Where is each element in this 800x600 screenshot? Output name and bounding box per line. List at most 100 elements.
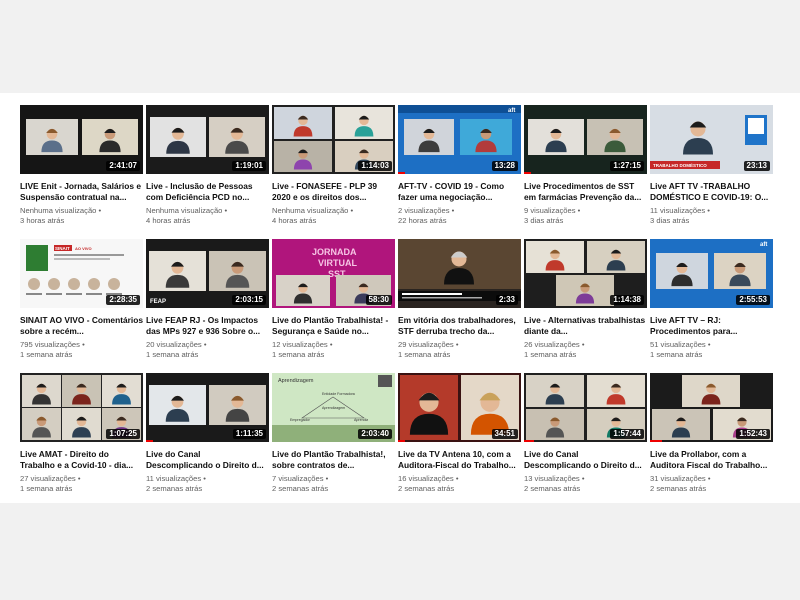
video-meta: 27 visualizações • 1 semana atrás	[20, 474, 143, 494]
video-thumbnail[interactable]: JORNADA VIRTUAL SST 58:30	[272, 239, 395, 308]
svg-text:SINAIT: SINAIT	[55, 246, 70, 251]
video-duration: 1:52:43	[736, 429, 770, 439]
meta-separator: •	[96, 206, 102, 215]
video-thumbnail[interactable]: 1:52:43	[650, 373, 773, 442]
video-card[interactable]: Aprendizagem Entidade Formadora Aprendiz…	[272, 373, 395, 507]
video-duration: 13:28	[491, 161, 518, 171]
video-title[interactable]: Live do Plantão Trabalhista!, sobre cont…	[272, 449, 395, 470]
meta-separator: •	[222, 206, 228, 215]
video-thumbnail[interactable]: aft 13:28	[398, 105, 521, 174]
upload-age: 1 semana atrás	[272, 350, 325, 359]
video-thumbnail[interactable]: 1:57:44	[524, 373, 647, 442]
upload-age: 2 semanas atrás	[398, 484, 455, 493]
svg-text:Aprendizagem: Aprendizagem	[278, 378, 314, 384]
video-thumbnail[interactable]: 1:19:01	[146, 105, 269, 174]
video-thumbnail[interactable]: TRABALHO DOMÉSTICO 23:13	[650, 105, 773, 174]
video-thumbnail[interactable]: SINAIT AO VIVO 2:28:35	[20, 239, 143, 308]
view-count: 7 visualizações	[272, 474, 324, 483]
upload-age: 4 horas atrás	[146, 216, 191, 225]
video-title[interactable]: AFT-TV - COVID 19 - Como fazer uma negoc…	[398, 181, 521, 202]
video-meta: 12 visualizações • 1 semana atrás	[272, 340, 395, 360]
video-card[interactable]: 34:51 Live da TV Antena 10, com a Audito…	[398, 373, 521, 507]
video-meta: 29 visualizações • 1 semana atrás	[398, 340, 521, 360]
meta-separator: •	[705, 206, 710, 215]
video-card[interactable]: 1:11:35 Live do Canal Descomplicando o D…	[146, 373, 269, 507]
video-duration: 2:03:40	[358, 429, 392, 439]
video-card[interactable]: 1:57:44 Live do Canal Descomplicando o D…	[524, 373, 647, 507]
video-grid-panel: 2:41:07 LIVE Enit - Jornada, Salários e …	[0, 93, 800, 503]
upload-age: 2 semanas atrás	[650, 484, 707, 493]
svg-text:TRABALHO DOMÉSTICO: TRABALHO DOMÉSTICO	[653, 161, 707, 168]
view-count: 51 visualizações	[650, 340, 706, 349]
video-title[interactable]: Live AFT TV -TRABALHO DOMÉSTICO E COVID-…	[650, 181, 773, 202]
video-thumbnail[interactable]: 1:27:15	[524, 105, 647, 174]
upload-age: 3 dias atrás	[524, 216, 564, 225]
video-card[interactable]: aft 13:28 AFT-TV - COVID 19 - Como fazer…	[398, 105, 521, 239]
video-card[interactable]: TRABALHO DOMÉSTICO 23:13 Live AFT TV -TR…	[650, 105, 773, 239]
video-duration: 2:41:07	[106, 161, 140, 171]
upload-age: 3 dias atrás	[650, 216, 690, 225]
meta-separator: •	[579, 340, 585, 349]
video-card[interactable]: JORNADA VIRTUAL SST 58:30 Live do Plantã…	[272, 239, 395, 373]
video-title[interactable]: SINAIT AO VIVO - Comentários sobre a rec…	[20, 315, 143, 336]
video-meta: Nenhuma visualização • 4 horas atrás	[272, 206, 395, 226]
view-count: Nenhuma visualização	[272, 206, 349, 215]
video-card[interactable]: 1:19:01 Live - Inclusão de Pessoas com D…	[146, 105, 269, 239]
meta-separator: •	[449, 206, 455, 215]
video-card[interactable]: 1:27:15 Live Procedimentos de SST em far…	[524, 105, 647, 239]
video-duration: 1:14:38	[610, 295, 644, 305]
upload-age: 2 semanas atrás	[524, 484, 581, 493]
meta-separator: •	[705, 340, 711, 349]
video-card[interactable]: 2:41:07 LIVE Enit - Jornada, Salários e …	[20, 105, 143, 239]
video-title[interactable]: Live da Prollabor, com a Auditora Fiscal…	[650, 449, 773, 470]
video-duration: 58:30	[365, 295, 392, 305]
upload-age: 1 semana atrás	[20, 484, 73, 493]
video-grid: 2:41:07 LIVE Enit - Jornada, Salários e …	[20, 105, 780, 507]
meta-separator: •	[327, 340, 333, 349]
svg-text:AO VIVO: AO VIVO	[75, 246, 92, 251]
video-title[interactable]: Live FEAP RJ - Os Impactos das MPs 927 e…	[146, 315, 269, 336]
video-card[interactable]: 1:52:43 Live da Prollabor, com a Auditor…	[650, 373, 773, 507]
video-thumbnail[interactable]: 2:41:07	[20, 105, 143, 174]
video-thumbnail[interactable]: 1:14:38	[524, 239, 647, 308]
video-title[interactable]: Live - FONASEFE - PLP 39 2020 e os direi…	[272, 181, 395, 202]
video-thumbnail[interactable]: FEAP 2:03:15	[146, 239, 269, 308]
video-title[interactable]: Em vitória dos trabalhadores, STF derrub…	[398, 315, 521, 336]
video-thumbnail[interactable]: Aprendizagem Entidade Formadora Aprendiz…	[272, 373, 395, 442]
video-card[interactable]: 1:07:25 Live AMAT - Direito do Trabalho …	[20, 373, 143, 507]
video-card[interactable]: aft 2:55:53 Live AFT TV – RJ: Procedimen…	[650, 239, 773, 373]
video-meta: 9 visualizações • 3 dias atrás	[524, 206, 647, 226]
video-card[interactable]: 2:33 Em vitória dos trabalhadores, STF d…	[398, 239, 521, 373]
video-thumbnail[interactable]: 1:14:03	[272, 105, 395, 174]
upload-age: 4 horas atrás	[272, 216, 317, 225]
video-duration: 34:51	[491, 429, 518, 439]
video-card[interactable]: SINAIT AO VIVO 2:28:35 SINAIT AO VIVO - …	[20, 239, 143, 373]
video-title[interactable]: Live da TV Antena 10, com a Auditora-Fis…	[398, 449, 521, 470]
video-thumbnail[interactable]: 34:51	[398, 373, 521, 442]
video-card[interactable]: 1:14:03 Live - FONASEFE - PLP 39 2020 e …	[272, 105, 395, 239]
svg-text:Entidade Formadora: Entidade Formadora	[322, 392, 355, 396]
video-meta: 31 visualizações • 2 semanas atrás	[650, 474, 773, 494]
video-title[interactable]: Live AMAT - Direito do Trabalho e a Covi…	[20, 449, 143, 470]
svg-text:Aprendizagem: Aprendizagem	[322, 406, 345, 410]
video-duration: 2:28:35	[106, 295, 140, 305]
video-title[interactable]: Live - Alternativas trabalhistas diante …	[524, 315, 647, 336]
video-title[interactable]: Live do Canal Descomplicando o Direito d…	[146, 449, 269, 470]
video-title[interactable]: LIVE Enit - Jornada, Salários e Suspensã…	[20, 181, 143, 202]
video-card[interactable]: 1:14:38 Live - Alternativas trabalhistas…	[524, 239, 647, 373]
video-thumbnail[interactable]: 2:33	[398, 239, 521, 308]
video-thumbnail[interactable]: aft 2:55:53	[650, 239, 773, 308]
video-title[interactable]: Live AFT TV – RJ: Procedimentos para...	[650, 315, 773, 336]
video-card[interactable]: FEAP 2:03:15 Live FEAP RJ - Os Impactos …	[146, 239, 269, 373]
video-title[interactable]: Live do Plantão Trabalhista! - Segurança…	[272, 315, 395, 336]
meta-separator: •	[201, 340, 207, 349]
svg-text:Empregador: Empregador	[290, 418, 311, 422]
video-thumbnail[interactable]: 1:07:25	[20, 373, 143, 442]
video-thumbnail[interactable]: 1:11:35	[146, 373, 269, 442]
video-title[interactable]: Live do Canal Descomplicando o Direito d…	[524, 449, 647, 470]
video-title[interactable]: Live Procedimentos de SST em farmácias P…	[524, 181, 647, 202]
video-meta: 13 visualizações • 2 semanas atrás	[524, 474, 647, 494]
video-title[interactable]: Live - Inclusão de Pessoas com Deficiênc…	[146, 181, 269, 202]
video-duration: 1:07:25	[106, 429, 140, 439]
video-duration: 1:11:35	[232, 429, 266, 439]
